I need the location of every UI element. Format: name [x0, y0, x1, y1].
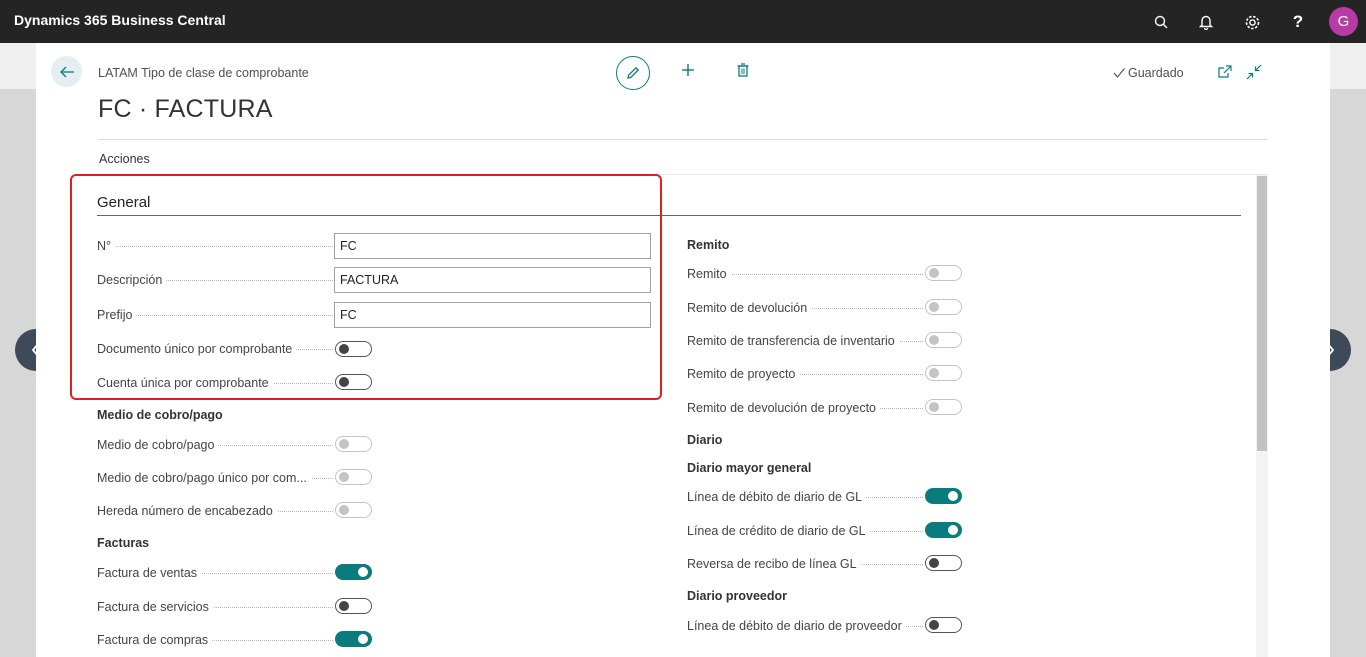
header-divider [98, 139, 1268, 140]
new-button[interactable] [678, 60, 698, 80]
field-debito-proveedor: Línea de débito de diario de proveedor [687, 613, 923, 639]
debito-proveedor-toggle[interactable] [925, 617, 962, 633]
field-label: N° [97, 239, 116, 253]
help-icon[interactable]: ? [1286, 10, 1310, 34]
page-title: FC · FACTURA [98, 95, 273, 123]
medio-toggle[interactable] [335, 436, 372, 452]
field-remito-devolucion: Remito de devolución [687, 295, 923, 321]
field-label: Prefijo [97, 308, 137, 322]
factura-ventas-toggle[interactable] [335, 564, 372, 580]
back-button[interactable] [51, 56, 82, 87]
subhead-diario: Diario [687, 433, 723, 447]
highlight-box [70, 174, 662, 400]
field-label: Factura de compras [97, 633, 213, 647]
saved-label: Guardado [1128, 66, 1184, 80]
field-factura-servicios: Factura de servicios [97, 594, 333, 620]
remito-proyecto-toggle[interactable] [925, 365, 962, 381]
field-hereda: Hereda número de encabezado [97, 498, 333, 524]
avatar[interactable]: G [1329, 7, 1358, 36]
field-label: Línea de crédito de diario de GL [687, 524, 870, 538]
field-label: Cuenta única por comprobante [97, 376, 273, 390]
field-debito-gl: Línea de débito de diario de GL [687, 484, 923, 510]
field-label: Documento único por comprobante [97, 342, 297, 356]
remito-devolucion-toggle[interactable] [925, 299, 962, 315]
medio-unico-toggle[interactable] [335, 469, 372, 485]
field-label: Medio de cobro/pago único por com... [97, 471, 311, 485]
subhead-medio: Medio de cobro/pago [97, 408, 223, 422]
field-label: Línea de débito de diario de proveedor [687, 619, 906, 633]
gear-icon[interactable] [1240, 10, 1264, 34]
field-reversa-gl: Reversa de recibo de línea GL [687, 551, 923, 577]
collapse-icon[interactable] [1245, 63, 1263, 81]
field-medio: Medio de cobro/pago [97, 432, 333, 458]
subhead-remito: Remito [687, 238, 730, 252]
subhead-diario-mayor: Diario mayor general [687, 461, 812, 475]
field-label: Factura de servicios [97, 600, 213, 614]
field-label: Reversa de recibo de línea GL [687, 557, 861, 571]
bell-icon[interactable] [1194, 10, 1218, 34]
factura-servicios-toggle[interactable] [335, 598, 372, 614]
field-remito-transferencia: Remito de transferencia de inventario [687, 328, 923, 354]
top-app-bar: Dynamics 365 Business Central ? G [0, 0, 1366, 43]
scrollbar-thumb[interactable] [1257, 176, 1267, 451]
debito-gl-toggle[interactable] [925, 488, 962, 504]
field-label: Remito de devolución [687, 301, 812, 315]
subhead-diario-proveedor: Diario proveedor [687, 589, 788, 603]
search-icon[interactable] [1149, 10, 1173, 34]
breadcrumb: LATAM Tipo de clase de comprobante [98, 66, 309, 80]
app-title[interactable]: Dynamics 365 Business Central [14, 12, 226, 28]
field-medio-unico: Medio de cobro/pago único por com... [97, 465, 333, 491]
factura-compras-toggle[interactable] [335, 631, 372, 647]
field-credito-gl: Línea de crédito de diario de GL [687, 518, 923, 544]
field-label: Remito de proyecto [687, 367, 800, 381]
field-label: Medio de cobro/pago [97, 438, 219, 452]
reversa-gl-toggle[interactable] [925, 555, 962, 571]
delete-button[interactable] [733, 60, 753, 80]
saved-status: Guardado [1112, 66, 1184, 80]
check-icon [1113, 68, 1125, 78]
actions-menu[interactable]: Acciones [99, 152, 150, 166]
remito-dev-proyecto-toggle[interactable] [925, 399, 962, 415]
field-label: Remito [687, 267, 731, 281]
record-card: LATAM Tipo de clase de comprobante FC · … [36, 43, 1330, 657]
edit-button[interactable] [616, 56, 650, 90]
field-label: Descripción [97, 273, 167, 287]
field-label: Línea de débito de diario de GL [687, 490, 867, 504]
hereda-toggle[interactable] [335, 502, 372, 518]
field-factura-compras: Factura de compras [97, 627, 333, 653]
field-label: Remito de transferencia de inventario [687, 334, 899, 348]
field-label: Remito de devolución de proyecto [687, 401, 881, 415]
field-label: Hereda número de encabezado [97, 504, 277, 518]
field-factura-ventas: Factura de ventas [97, 560, 333, 586]
field-remito: Remito [687, 261, 923, 287]
credito-gl-toggle[interactable] [925, 522, 962, 538]
subhead-facturas: Facturas [97, 536, 150, 550]
remito-transferencia-toggle[interactable] [925, 332, 962, 348]
field-label: Factura de ventas [97, 566, 202, 580]
field-remito-proyecto: Remito de proyecto [687, 361, 923, 387]
open-new-window-icon[interactable] [1216, 63, 1234, 81]
field-remito-dev-proyecto: Remito de devolución de proyecto [687, 395, 923, 421]
remito-toggle[interactable] [925, 265, 962, 281]
